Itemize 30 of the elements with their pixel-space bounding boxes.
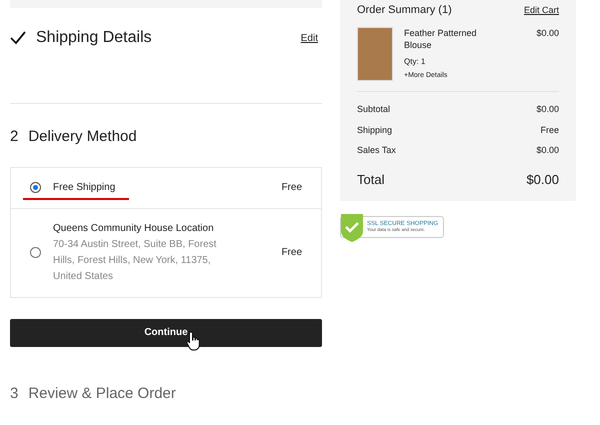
option-price: Free bbox=[281, 246, 302, 260]
step-number: 2 bbox=[10, 127, 18, 147]
product-name: Feather Patterned Blouse bbox=[404, 26, 478, 50]
summary-value: Free bbox=[540, 124, 559, 136]
edit-cart-link[interactable]: Edit Cart bbox=[524, 4, 559, 17]
option-price: Free bbox=[281, 181, 302, 195]
option-name: Free Shipping bbox=[53, 180, 116, 194]
product-photo-placeholder bbox=[357, 26, 393, 80]
summary-label: Sales Tax bbox=[357, 144, 396, 157]
summary-value: $0.00 bbox=[536, 144, 559, 157]
product-price: $0.00 bbox=[536, 26, 559, 40]
product-qty: Qty: 1 bbox=[404, 56, 426, 68]
shield-check-icon bbox=[340, 213, 364, 243]
summary-title: Order Summary (1) bbox=[357, 3, 452, 18]
summary-label: Shipping bbox=[357, 124, 392, 137]
section-title: Shipping Details bbox=[36, 28, 152, 48]
summary-label: Subtotal bbox=[357, 103, 390, 116]
section-title: Delivery Method bbox=[28, 127, 137, 147]
radio-button[interactable] bbox=[30, 182, 41, 193]
total-label: Total bbox=[357, 170, 384, 188]
step-number: 3 bbox=[10, 384, 18, 404]
continue-button[interactable]: Continue bbox=[10, 318, 322, 346]
radio-button[interactable] bbox=[30, 247, 41, 258]
hand-pointer-icon bbox=[186, 330, 202, 350]
summary-value: $0.00 bbox=[536, 103, 559, 116]
total-value: $0.00 bbox=[526, 170, 559, 188]
section-title: Review & Place Order bbox=[28, 384, 176, 404]
option-name: Queens Community House Location bbox=[53, 222, 215, 236]
option-address: 70-34 Austin Street, Suite BB, Forest Hills, Forest Hills, New York, 11375, United States bbox=[53, 238, 218, 284]
edit-link[interactable]: Edit bbox=[300, 30, 318, 46]
